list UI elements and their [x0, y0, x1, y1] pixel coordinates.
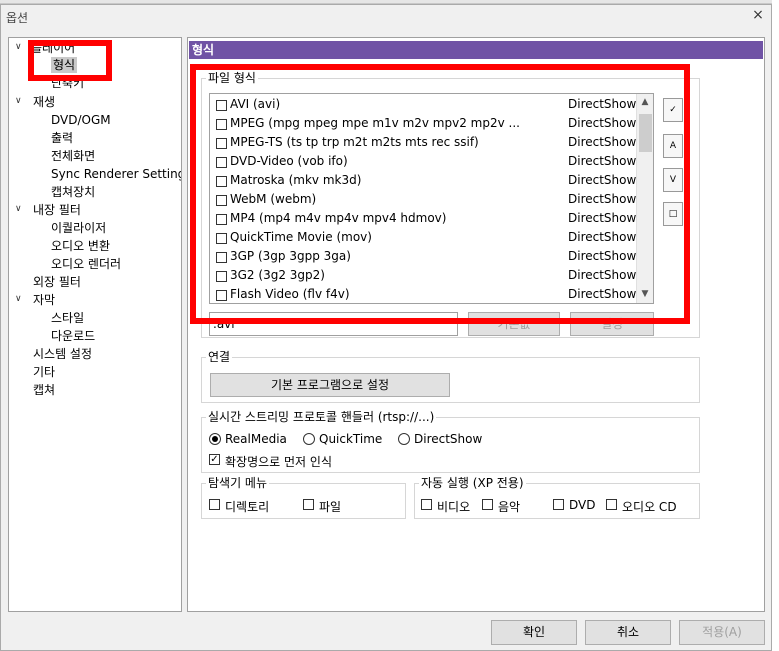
highlight-box — [190, 64, 690, 324]
tree-item-sync-renderer[interactable]: Sync Renderer Settings — [51, 166, 181, 182]
page-title: 형식 — [189, 41, 763, 59]
radio-quicktime[interactable] — [303, 433, 315, 445]
tree-item-output[interactable]: 출력 — [51, 130, 73, 146]
tree-item-style[interactable]: 스타일 — [51, 310, 84, 326]
cancel-button[interactable]: 취소 — [585, 620, 671, 645]
music-checkbox[interactable] — [482, 499, 493, 510]
streaming-label: 실시간 스트리밍 프로토콜 핸들러 (rtsp://...) — [206, 410, 437, 424]
tree-item-system-settings[interactable]: 시스템 설정 — [33, 346, 92, 362]
tree-item-audio-renderer[interactable]: 오디오 렌더러 — [51, 256, 121, 272]
ok-button[interactable]: 확인 — [491, 620, 577, 645]
collapse-arrow-icon[interactable]: ∨ — [15, 294, 22, 304]
check-extension-label: 확장명으로 먼저 인식 — [225, 455, 332, 469]
radio-realmedia[interactable] — [209, 433, 221, 445]
tree-item-internal-filters[interactable]: 내장 필터 — [33, 202, 81, 218]
tree-item-equalizer[interactable]: 이퀄라이저 — [51, 220, 106, 236]
video-checkbox[interactable] — [421, 499, 432, 510]
tree-item-fullscreen[interactable]: 전체화면 — [51, 148, 95, 164]
radio-directshow[interactable] — [398, 433, 410, 445]
directory-label: 디렉토리 — [225, 500, 270, 514]
tree-item-external-filters[interactable]: 외장 필터 — [33, 274, 81, 290]
audio-cd-checkbox[interactable] — [606, 499, 617, 510]
set-default-program-button[interactable]: 기본 프로그램으로 설정 — [210, 373, 450, 397]
dvd-checkbox[interactable] — [553, 499, 564, 510]
tree-item-download[interactable]: 다운로드 — [51, 328, 95, 344]
radio-directshow-label: DirectShow — [414, 432, 483, 446]
apply-button[interactable]: 적용(A) — [679, 620, 765, 645]
file-checkbox[interactable] — [303, 499, 314, 510]
close-button[interactable]: × — [748, 4, 768, 24]
window-title: 옵션 — [6, 11, 29, 25]
audio-cd-label: 오디오 CD — [622, 500, 677, 514]
tree-item-playback[interactable]: 재생 — [33, 94, 55, 110]
tree-item-dvd-ogm[interactable]: DVD/OGM — [51, 112, 111, 128]
tree-item-audio-convert[interactable]: 오디오 변환 — [51, 238, 110, 254]
tree-item-subtitles[interactable]: 자막 — [33, 292, 55, 308]
directory-checkbox[interactable] — [209, 499, 220, 510]
video-label: 비디오 — [437, 500, 471, 514]
autoplay-label: 자동 실행 (XP 전용) — [419, 476, 526, 490]
background-window-edge — [772, 0, 779, 651]
music-label: 음악 — [498, 500, 521, 514]
file-label: 파일 — [319, 500, 342, 514]
radio-quicktime-label: QuickTime — [319, 432, 383, 446]
category-tree[interactable]: ∨ 플레이어 형식 단축키 ∨ 재생 DVD/OGM 출력 전체화면 Sync … — [8, 37, 182, 612]
explorer-menu-label: 탐색기 메뉴 — [206, 476, 270, 490]
highlight-box — [28, 40, 112, 81]
dvd-label: DVD — [569, 498, 596, 512]
check-extension-checkbox[interactable]: ✓ — [209, 454, 220, 465]
tree-item-capture[interactable]: 캡쳐 — [33, 382, 55, 398]
radio-realmedia-label: RealMedia — [225, 432, 287, 446]
collapse-arrow-icon[interactable]: ∨ — [15, 204, 22, 214]
collapse-arrow-icon[interactable]: ∨ — [15, 96, 22, 106]
association-label: 연결 — [206, 350, 233, 364]
tree-item-capture-device[interactable]: 캡쳐장치 — [51, 184, 95, 200]
collapse-arrow-icon[interactable]: ∨ — [15, 42, 22, 52]
tree-item-misc[interactable]: 기타 — [33, 364, 55, 380]
